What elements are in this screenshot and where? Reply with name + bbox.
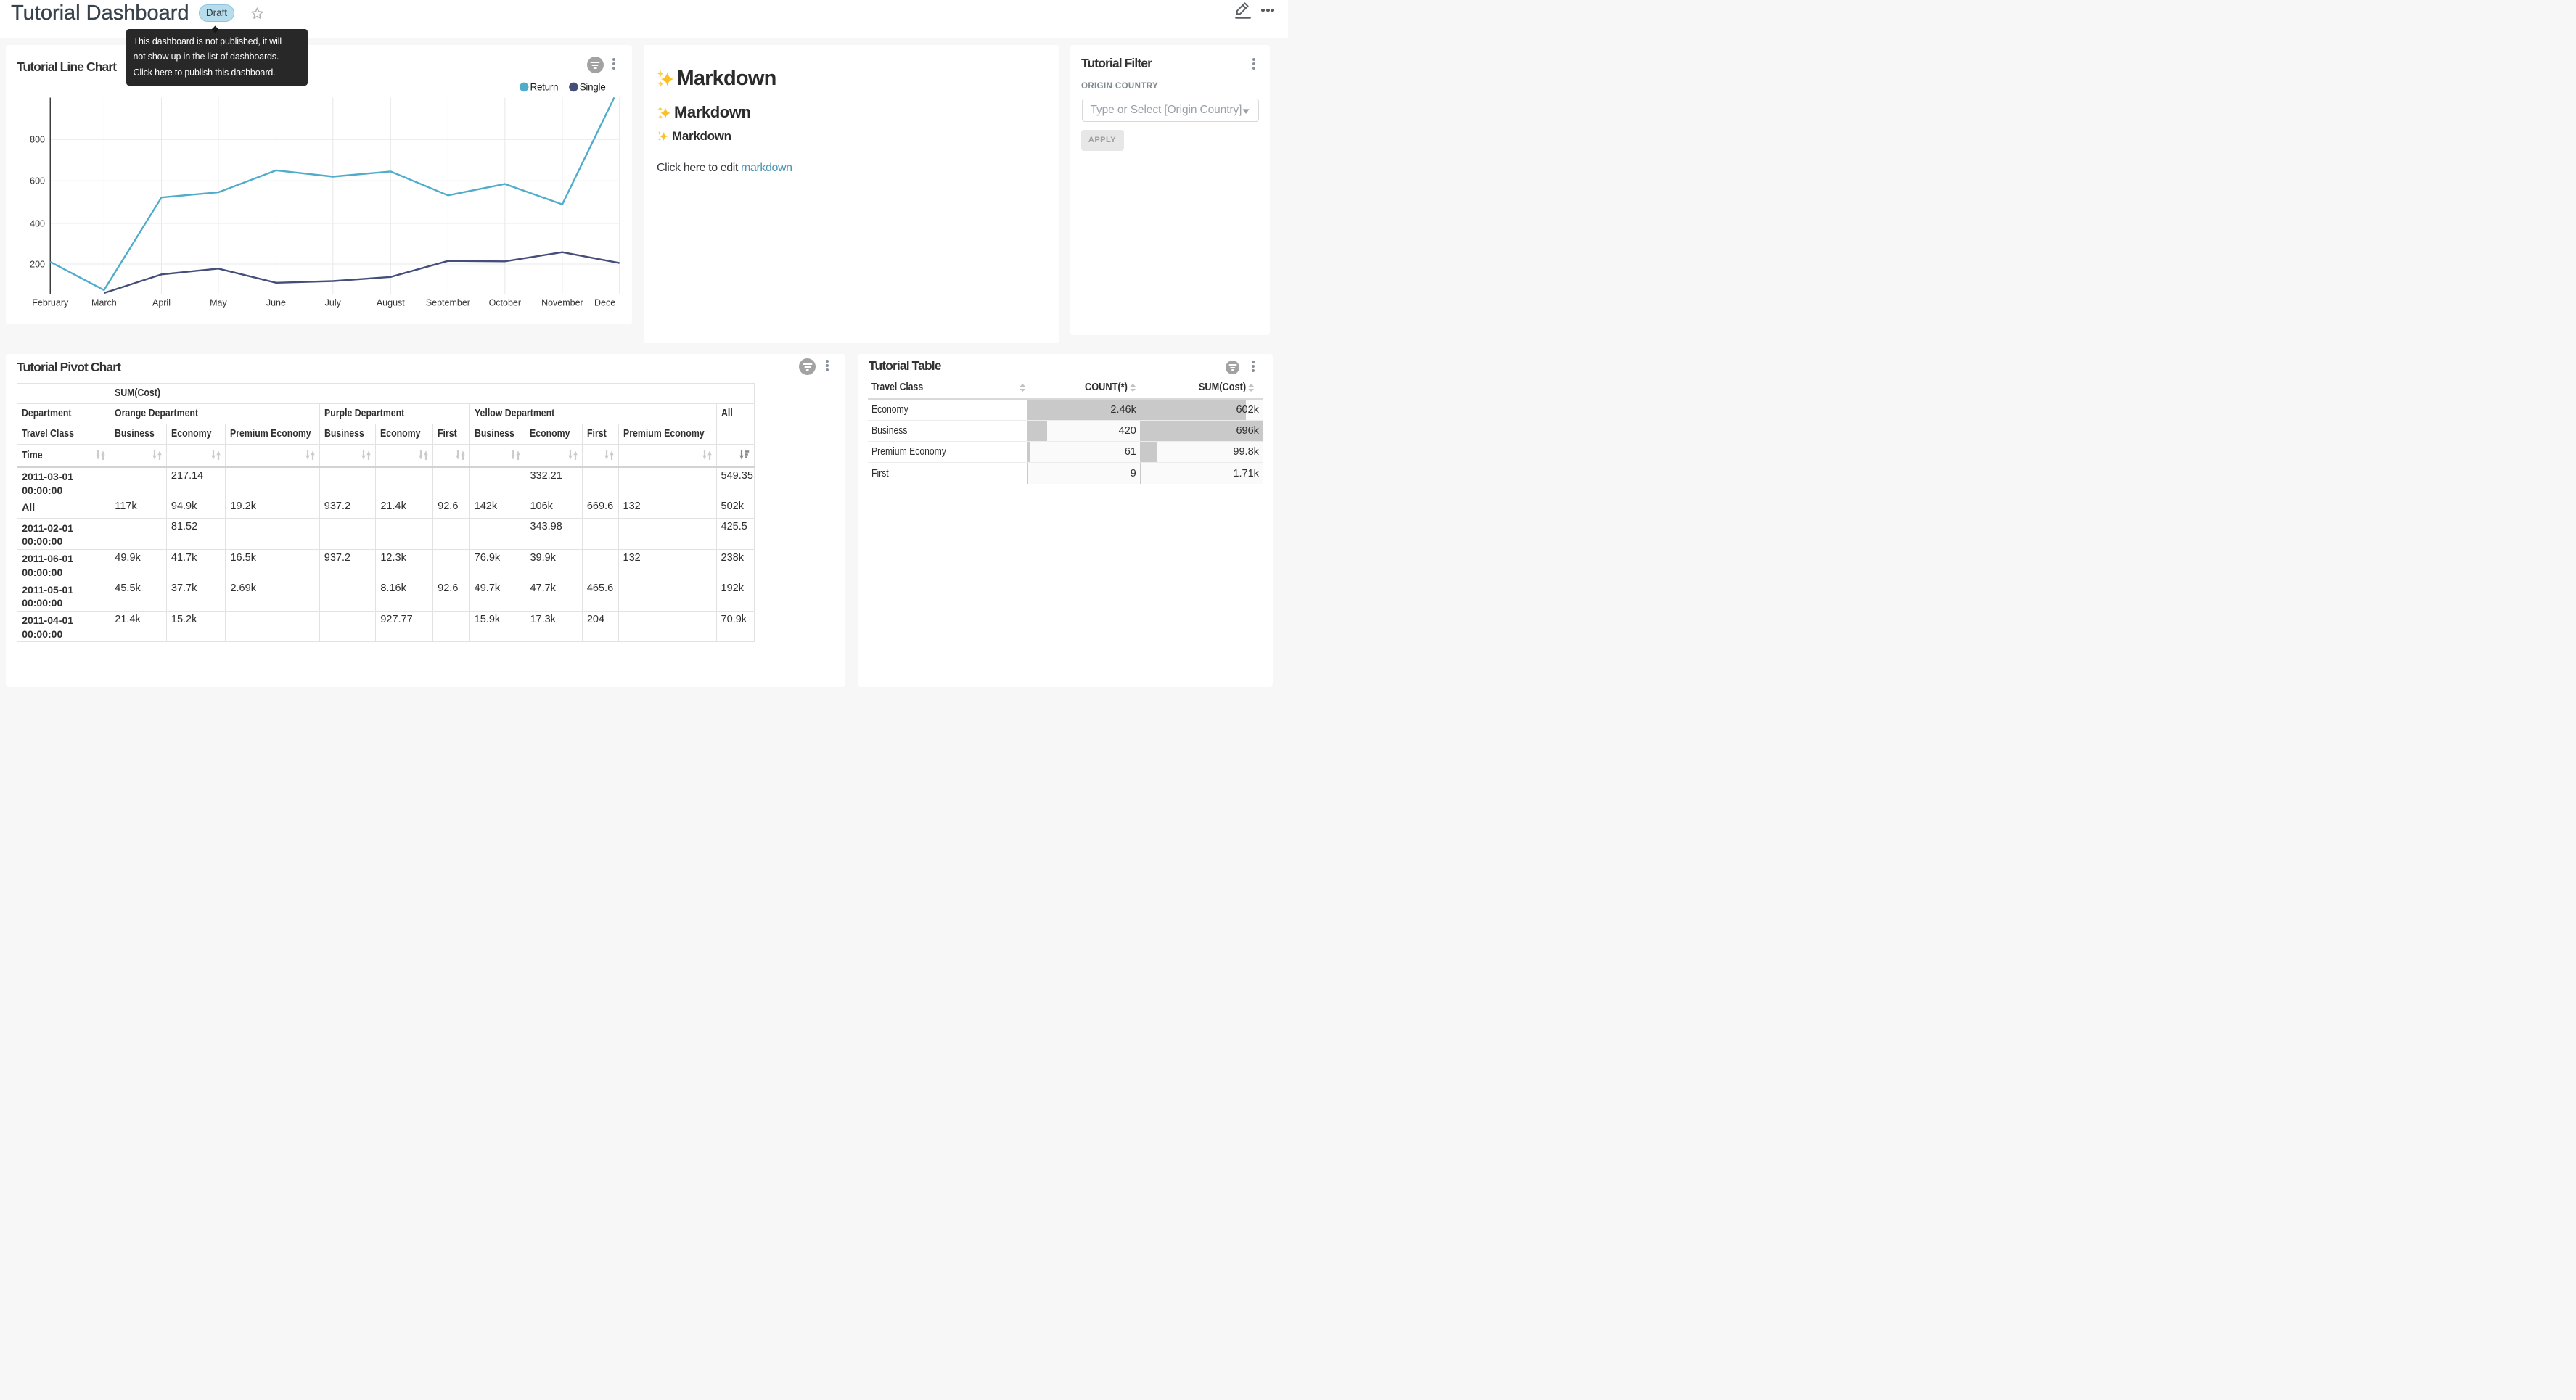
svg-text:April: April	[152, 298, 170, 308]
svg-text:June: June	[266, 298, 285, 308]
svg-text:Single: Single	[579, 82, 605, 93]
svg-text:200: 200	[30, 259, 45, 269]
svg-text:October: October	[488, 298, 520, 308]
svg-text:800: 800	[30, 135, 45, 145]
svg-text:600: 600	[30, 176, 45, 186]
svg-text:Dece: Dece	[594, 298, 615, 308]
svg-text:May: May	[210, 298, 227, 308]
svg-text:September: September	[425, 298, 469, 308]
svg-text:November: November	[541, 298, 583, 308]
svg-text:August: August	[376, 298, 404, 308]
svg-text:July: July	[324, 298, 341, 308]
svg-text:February: February	[32, 298, 69, 308]
svg-text:Return: Return	[530, 82, 558, 93]
svg-text:March: March	[91, 298, 117, 308]
svg-text:400: 400	[30, 218, 45, 228]
